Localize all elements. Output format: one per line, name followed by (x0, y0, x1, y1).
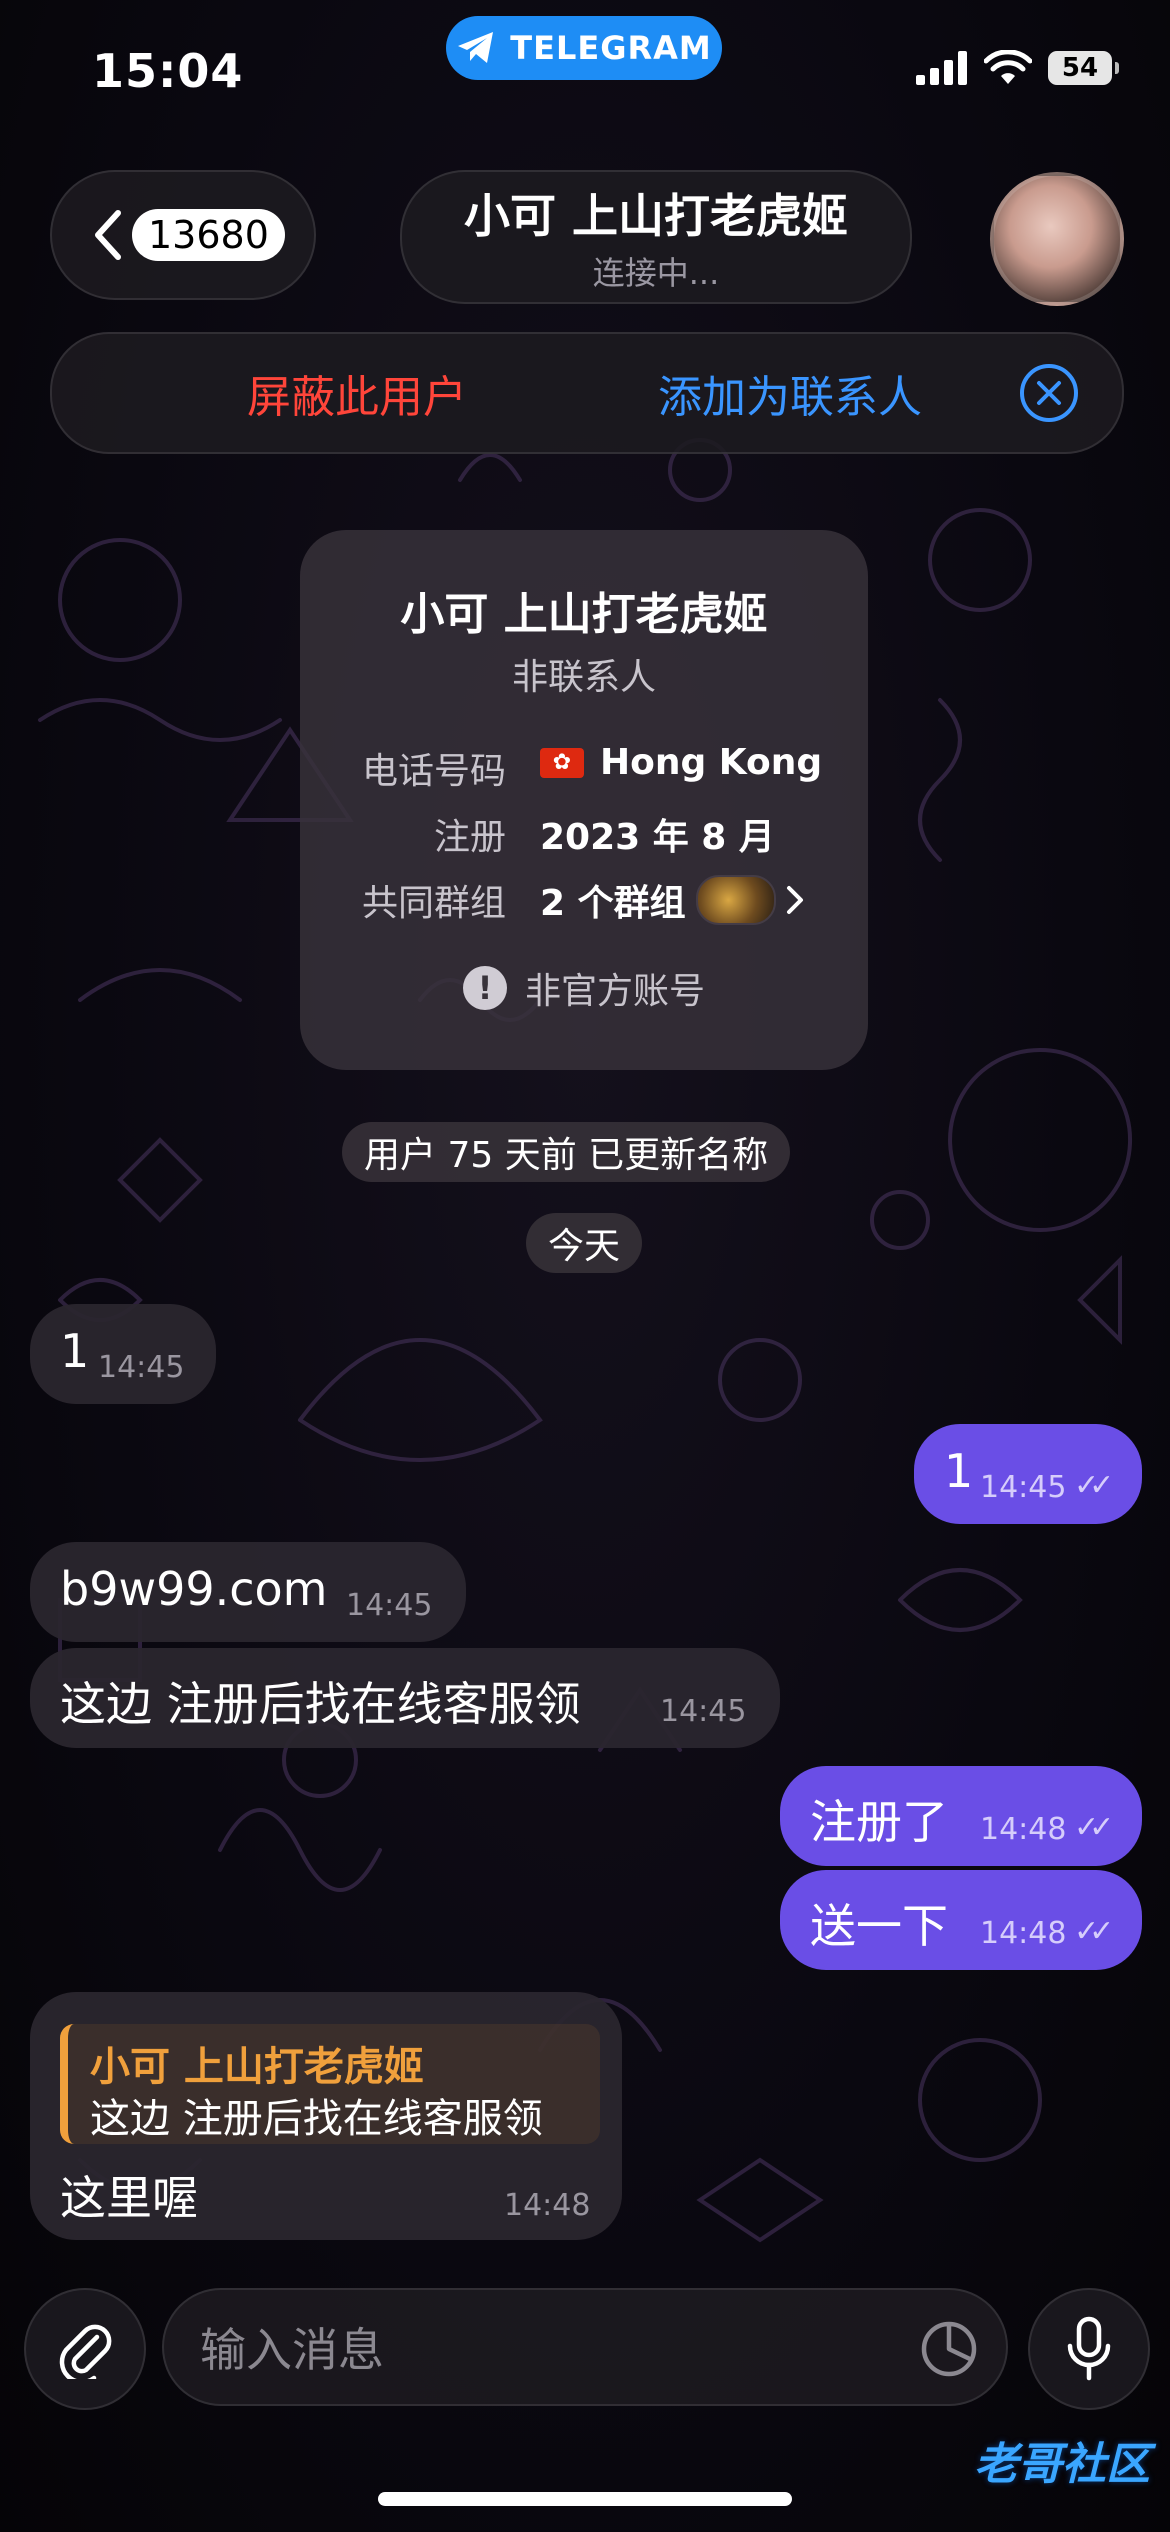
paperclip-icon (59, 2324, 112, 2379)
info-value: 2 个群组 (540, 874, 804, 926)
message-bubble-outgoing[interactable]: 注册了 14:48 ✓✓ (780, 1766, 1142, 1866)
message-time: 14:45 (98, 1350, 185, 1385)
message-input-placeholder: 输入消息 (200, 2323, 384, 2377)
message-input[interactable]: 输入消息 (162, 2288, 1008, 2406)
sticker-icon (921, 2321, 977, 2377)
telegram-pill-label: TELEGRAM (510, 29, 712, 67)
avatar[interactable] (990, 172, 1124, 306)
message-text: 这里喔 (60, 2171, 198, 2225)
reply-quote[interactable]: 小可 上山打老虎姬 这边 注册后找在线客服领 (60, 2024, 600, 2144)
date-divider: 今天 (526, 1213, 643, 1273)
message-bubble-outgoing[interactable]: 送一下 14:48 ✓✓ (780, 1870, 1142, 1970)
unofficial-label: 非官方账号 (524, 971, 705, 1012)
chevron-right-icon (786, 886, 803, 914)
status-time: 15:04 (92, 44, 244, 98)
message-time: 14:48 (504, 2188, 591, 2223)
message-text: 注册了 (810, 1795, 948, 1849)
sticker-button[interactable] (920, 2320, 978, 2378)
info-label: 共同群组 (361, 883, 506, 924)
info-row-registered: 注册 2023 年 8 月 (300, 808, 868, 858)
message-text: 这边 注册后找在线客服领 (60, 1677, 581, 1731)
message-time: 14:48 (980, 1916, 1067, 1951)
info-value-text: 2 个群组 (540, 883, 686, 924)
telegram-app-pill[interactable]: TELEGRAM (446, 16, 722, 80)
chevron-left-icon (95, 210, 121, 260)
read-checkmarks-icon: ✓✓ (1074, 1810, 1114, 1845)
info-label: 电话号码 (361, 751, 506, 792)
message-bubble-incoming[interactable]: b9w99.com 14:45 (30, 1542, 466, 1642)
message-text: 1 (944, 1444, 974, 1498)
name-change-notice: 用户 75 天前 已更新名称 (342, 1122, 791, 1182)
chat-screen: 15:04 TELEGRAM 54 13680 小可 上山打老虎姬 连接中... (0, 0, 1170, 2532)
message-text: 送一下 (810, 1899, 948, 1953)
read-checkmarks-icon: ✓✓ (1074, 1914, 1114, 1949)
info-row-phone: 电话号码 ✿ Hong Kong (300, 742, 868, 792)
reply-text: 这边 注册后找在线客服领 (90, 2096, 543, 2142)
group-avatar-icon (695, 875, 776, 925)
message-text: 1 (60, 1324, 90, 1378)
back-button[interactable]: 13680 (50, 170, 316, 300)
add-contact-button[interactable]: 添加为联系人 (658, 361, 922, 425)
cellular-signal-icon (916, 51, 967, 85)
chat-title: 小可 上山打老虎姬 (463, 189, 848, 243)
message-bubble-incoming[interactable]: 这边 注册后找在线客服领 14:45 (30, 1648, 780, 1748)
chat-connection-status: 连接中... (592, 254, 720, 292)
message-bubble-incoming-reply[interactable]: 小可 上山打老虎姬 这边 注册后找在线客服领 这里喔 14:48 (30, 1992, 622, 2240)
wifi-icon (984, 50, 1032, 84)
close-icon (1037, 381, 1061, 405)
telegram-plane-icon (458, 32, 494, 63)
message-text: b9w99.com (60, 1562, 328, 1616)
unread-count-badge: 13680 (132, 209, 285, 261)
message-time: 14:45 (980, 1470, 1067, 1505)
battery-indicator: 54 (1048, 51, 1119, 85)
info-value: 2023 年 8 月 (540, 817, 775, 858)
non-contact-action-bar: 屏蔽此用户 添加为联系人 (50, 332, 1124, 454)
status-indicators: 54 (916, 50, 1119, 86)
info-card-status: 非联系人 (511, 657, 656, 698)
voice-record-button[interactable] (1028, 2288, 1150, 2410)
hong-kong-flag-icon: ✿ (540, 747, 584, 778)
info-row-common-groups[interactable]: 共同群组 2 个群组 (300, 874, 868, 926)
info-label: 注册 (433, 817, 506, 858)
read-checkmarks-icon: ✓✓ (1074, 1468, 1114, 1503)
block-user-button[interactable]: 屏蔽此用户 (247, 361, 467, 425)
info-card-name: 小可 上山打老虎姬 (400, 589, 768, 640)
info-value-text: Hong Kong (600, 742, 823, 783)
message-time: 14:45 (346, 1588, 433, 1623)
watermark-logo: 老哥社区 (974, 2439, 1150, 2490)
message-bubble-incoming[interactable]: 1 14:45 (30, 1304, 216, 1404)
message-time: 14:48 (980, 1812, 1067, 1847)
dismiss-bar-button[interactable] (1020, 364, 1078, 422)
warning-icon: ! (462, 966, 507, 1010)
user-info-card: 小可 上山打老虎姬 非联系人 电话号码 ✿ Hong Kong 注册 2023 … (300, 530, 868, 1070)
chat-title-pill[interactable]: 小可 上山打老虎姬 连接中... (400, 170, 912, 304)
reply-author: 小可 上山打老虎姬 (90, 2044, 424, 2090)
unofficial-account-notice: ! 非官方账号 (300, 962, 868, 1014)
microphone-icon (1067, 2316, 1111, 2381)
message-time: 14:45 (660, 1694, 747, 1729)
info-value: ✿ Hong Kong (540, 742, 822, 783)
message-bubble-outgoing[interactable]: 1 14:45 ✓✓ (914, 1424, 1142, 1524)
attach-button[interactable] (24, 2288, 146, 2410)
home-indicator[interactable] (378, 2492, 792, 2506)
